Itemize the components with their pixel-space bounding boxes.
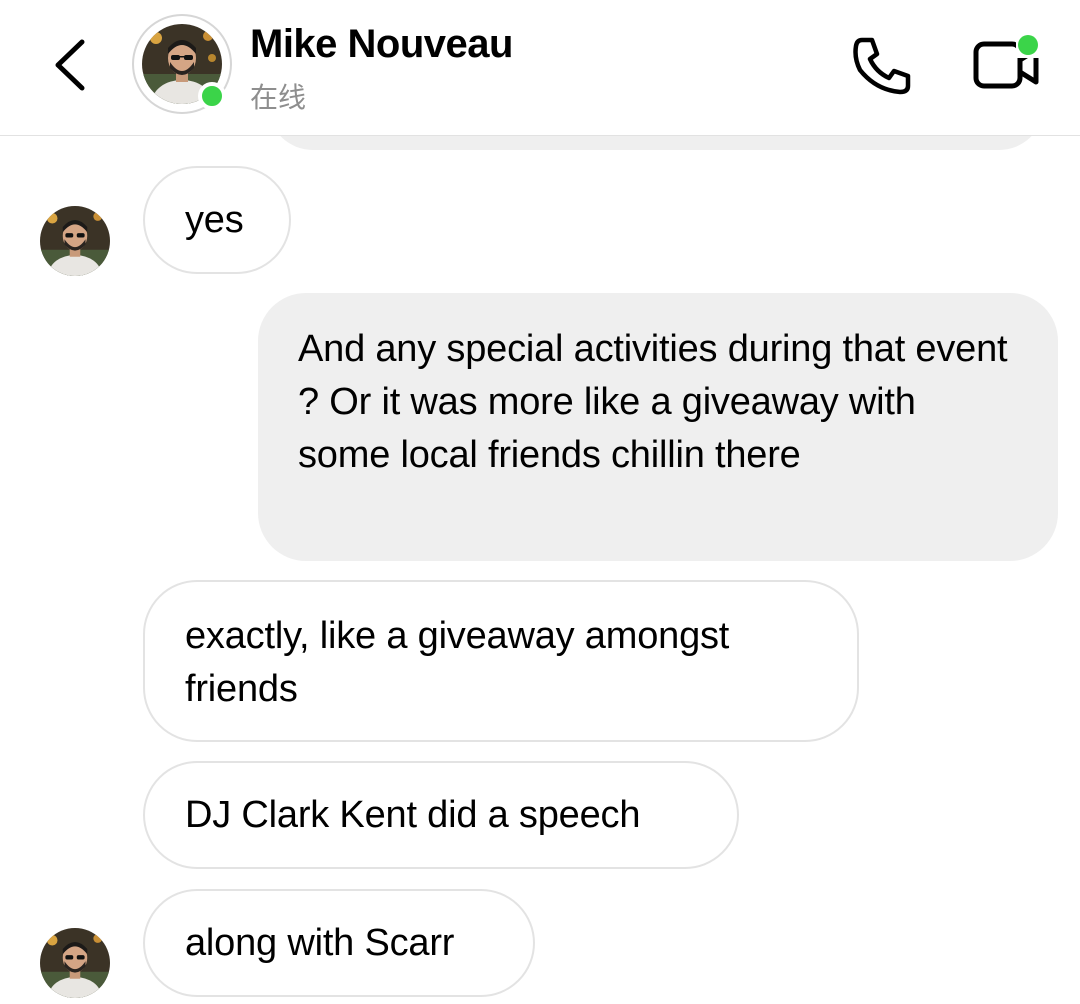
sender-avatar[interactable] [40, 206, 110, 276]
message-text: yes [185, 199, 244, 241]
message-text: And any special activities during that e… [298, 328, 1018, 476]
video-camera-icon [973, 34, 1040, 89]
message-bubble-incoming[interactable]: along with Scarr [143, 889, 535, 997]
contact-status: 在线 [250, 81, 307, 114]
contact-avatar[interactable] [132, 14, 232, 114]
message-text: DJ Clark Kent did a speech [185, 794, 641, 836]
contact-name[interactable]: Mike Nouveau [250, 22, 513, 67]
chevron-left-icon [55, 39, 85, 91]
message-bubble-incoming[interactable]: exactly, like a giveaway amongst friends [143, 580, 859, 742]
video-call-button[interactable] [970, 30, 1044, 100]
sender-avatar[interactable] [40, 928, 110, 998]
message-bubble-outgoing[interactable]: And any special activities during that e… [258, 293, 1058, 561]
message-text: exactly, like a giveaway amongst friends [185, 615, 740, 710]
back-button[interactable] [44, 30, 100, 100]
chat-header: Mike Nouveau 在线 [0, 0, 1080, 136]
audio-call-button[interactable] [848, 32, 916, 100]
online-indicator [198, 82, 226, 110]
message-bubble-incoming[interactable]: yes [143, 166, 291, 274]
message-bubble-incoming[interactable]: DJ Clark Kent did a speech [143, 761, 739, 869]
phone-icon [853, 37, 911, 95]
message-text: along with Scarr [185, 922, 455, 964]
